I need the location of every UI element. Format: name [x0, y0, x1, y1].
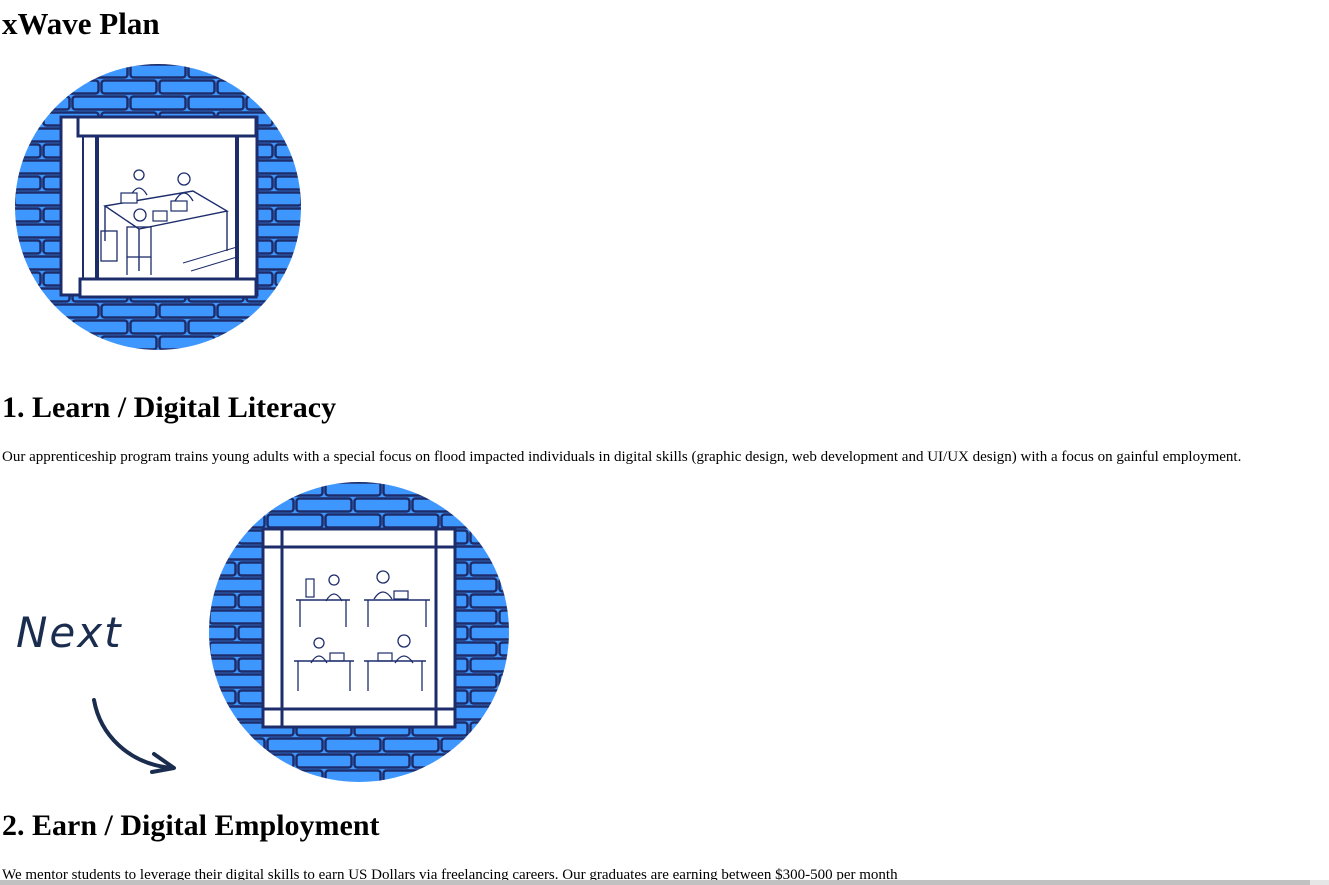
next-label: Next: [16, 608, 123, 657]
curved-arrow-icon: [92, 698, 176, 774]
classroom-window-illustration: [15, 64, 301, 350]
section-text-learn: Our apprenticeship program trains young …: [2, 449, 1242, 465]
page-title: xWave Plan: [2, 6, 160, 41]
section-heading-earn: 2. Earn / Digital Employment: [2, 809, 380, 842]
section-heading-learn: 1. Learn / Digital Literacy: [2, 391, 337, 424]
page: xWave Plan 1. Learn / Digital Literacy O…: [0, 0, 1329, 885]
workers-window-illustration: [209, 482, 509, 782]
scrollbar-thumb[interactable]: [0, 880, 1310, 885]
